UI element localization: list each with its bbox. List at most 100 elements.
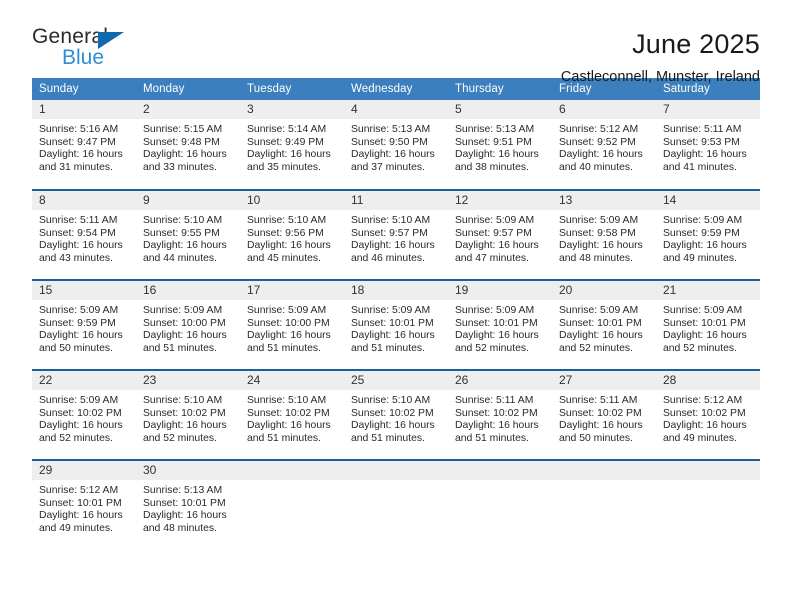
day-cell[interactable]: 11 Sunrise: 5:10 AM Sunset: 9:57 PM Dayl… — [344, 189, 448, 280]
sunset-text: Sunset: 10:00 PM — [247, 317, 330, 329]
day-cell[interactable]: 10 Sunrise: 5:10 AM Sunset: 9:56 PM Dayl… — [240, 189, 344, 280]
day-number: 30 — [136, 461, 240, 480]
daylight-text: Daylight: 16 hours — [351, 149, 435, 161]
day-number: 23 — [136, 371, 240, 390]
sunrise-text: Sunrise: 5:10 AM — [351, 215, 431, 226]
daylight-text: Daylight: 16 hours — [39, 510, 123, 522]
brand-logo[interactable]: General Blue — [32, 26, 172, 78]
sunrise-text: Sunrise: 5:09 AM — [351, 305, 431, 316]
weekday-header-monday: Monday — [136, 78, 240, 100]
daylight-text: Daylight: 16 hours — [559, 240, 643, 252]
day-cell[interactable]: 19 Sunrise: 5:09 AM Sunset: 10:01 PM Day… — [448, 279, 552, 370]
daylight-text: Daylight: 16 hours — [247, 330, 331, 342]
daylight-text-cont: and 49 minutes. — [39, 522, 113, 534]
sunrise-text: Sunrise: 5:12 AM — [559, 124, 639, 135]
title-block: June 2025 Castleconnell, Munster, Irelan… — [561, 26, 760, 86]
daylight-text-cont: and 41 minutes. — [663, 161, 737, 173]
day-cell[interactable]: 13 Sunrise: 5:09 AM Sunset: 9:58 PM Dayl… — [552, 189, 656, 280]
sunset-text: Sunset: 9:53 PM — [663, 136, 740, 148]
day-cell[interactable]: 1 Sunrise: 5:16 AM Sunset: 9:47 PM Dayli… — [32, 100, 136, 190]
sunset-text: Sunset: 10:02 PM — [39, 407, 122, 419]
daylight-text: Daylight: 16 hours — [455, 330, 539, 342]
day-cell[interactable]: 24 Sunrise: 5:10 AM Sunset: 10:02 PM Day… — [240, 369, 344, 460]
day-cell[interactable]: 5 Sunrise: 5:13 AM Sunset: 9:51 PM Dayli… — [448, 100, 552, 190]
daylight-text: Daylight: 16 hours — [559, 330, 643, 342]
day-cell[interactable]: 4 Sunrise: 5:13 AM Sunset: 9:50 PM Dayli… — [344, 100, 448, 190]
sunrise-text: Sunrise: 5:13 AM — [351, 124, 431, 135]
daylight-text-cont: and 51 minutes. — [247, 342, 321, 354]
day-number: 6 — [552, 100, 656, 119]
day-info: Sunrise: 5:09 AM Sunset: 9:59 PM Dayligh… — [32, 300, 136, 355]
sunset-text: Sunset: 9:47 PM — [39, 136, 116, 148]
day-number: 2 — [136, 100, 240, 119]
day-cell-empty — [240, 459, 344, 544]
day-info: Sunrise: 5:11 AM Sunset: 9:53 PM Dayligh… — [656, 119, 760, 174]
day-cell[interactable]: 12 Sunrise: 5:09 AM Sunset: 9:57 PM Dayl… — [448, 189, 552, 280]
day-cell[interactable]: 20 Sunrise: 5:09 AM Sunset: 10:01 PM Day… — [552, 279, 656, 370]
day-info: Sunrise: 5:09 AM Sunset: 10:00 PM Daylig… — [240, 300, 344, 355]
day-info: Sunrise: 5:09 AM Sunset: 10:01 PM Daylig… — [552, 300, 656, 355]
sunrise-text: Sunrise: 5:09 AM — [143, 305, 223, 316]
daylight-text: Daylight: 16 hours — [39, 330, 123, 342]
day-cell[interactable]: 2 Sunrise: 5:15 AM Sunset: 9:48 PM Dayli… — [136, 100, 240, 190]
day-cell[interactable]: 7 Sunrise: 5:11 AM Sunset: 9:53 PM Dayli… — [656, 100, 760, 190]
day-cell[interactable]: 15 Sunrise: 5:09 AM Sunset: 9:59 PM Dayl… — [32, 279, 136, 370]
daylight-text: Daylight: 16 hours — [143, 149, 227, 161]
day-info: Sunrise: 5:14 AM Sunset: 9:49 PM Dayligh… — [240, 119, 344, 174]
day-cell[interactable]: 6 Sunrise: 5:12 AM Sunset: 9:52 PM Dayli… — [552, 100, 656, 190]
day-cell[interactable]: 16 Sunrise: 5:09 AM Sunset: 10:00 PM Day… — [136, 279, 240, 370]
sunrise-text: Sunrise: 5:10 AM — [143, 395, 223, 406]
daylight-text-cont: and 51 minutes. — [143, 342, 217, 354]
sunrise-text: Sunrise: 5:15 AM — [143, 124, 223, 135]
day-cell[interactable]: 26 Sunrise: 5:11 AM Sunset: 10:02 PM Day… — [448, 369, 552, 460]
day-number: 17 — [240, 281, 344, 300]
day-cell[interactable]: 30 Sunrise: 5:13 AM Sunset: 10:01 PM Day… — [136, 459, 240, 544]
day-cell[interactable]: 25 Sunrise: 5:10 AM Sunset: 10:02 PM Day… — [344, 369, 448, 460]
day-cell[interactable]: 8 Sunrise: 5:11 AM Sunset: 9:54 PM Dayli… — [32, 189, 136, 280]
week-row: 15 Sunrise: 5:09 AM Sunset: 9:59 PM Dayl… — [32, 279, 760, 370]
daylight-text: Daylight: 16 hours — [247, 420, 331, 432]
day-number: 1 — [32, 100, 136, 119]
sunrise-text: Sunrise: 5:09 AM — [455, 215, 535, 226]
day-cell[interactable]: 23 Sunrise: 5:10 AM Sunset: 10:02 PM Day… — [136, 369, 240, 460]
day-info: Sunrise: 5:16 AM Sunset: 9:47 PM Dayligh… — [32, 119, 136, 174]
weekday-header-tuesday: Tuesday — [240, 78, 344, 100]
calendar-table: Sunday Monday Tuesday Wednesday Thursday… — [32, 78, 760, 544]
sunset-text: Sunset: 9:55 PM — [143, 227, 220, 239]
day-cell[interactable]: 18 Sunrise: 5:09 AM Sunset: 10:01 PM Day… — [344, 279, 448, 370]
day-info: Sunrise: 5:15 AM Sunset: 9:48 PM Dayligh… — [136, 119, 240, 174]
sunset-text: Sunset: 9:57 PM — [455, 227, 532, 239]
day-number: 21 — [656, 281, 760, 300]
weekday-header-thursday: Thursday — [448, 78, 552, 100]
daylight-text-cont: and 52 minutes. — [455, 342, 529, 354]
weekday-header-wednesday: Wednesday — [344, 78, 448, 100]
day-info: Sunrise: 5:09 AM Sunset: 9:58 PM Dayligh… — [552, 210, 656, 265]
day-info: Sunrise: 5:09 AM Sunset: 10:01 PM Daylig… — [656, 300, 760, 355]
daylight-text-cont: and 33 minutes. — [143, 161, 217, 173]
day-cell[interactable]: 28 Sunrise: 5:12 AM Sunset: 10:02 PM Day… — [656, 369, 760, 460]
daylight-text: Daylight: 16 hours — [143, 240, 227, 252]
day-number: 22 — [32, 371, 136, 390]
day-cell[interactable]: 22 Sunrise: 5:09 AM Sunset: 10:02 PM Day… — [32, 369, 136, 460]
daylight-text: Daylight: 16 hours — [455, 240, 539, 252]
sunrise-text: Sunrise: 5:10 AM — [351, 395, 431, 406]
day-number: 26 — [448, 371, 552, 390]
daylight-text-cont: and 37 minutes. — [351, 161, 425, 173]
day-cell[interactable]: 27 Sunrise: 5:11 AM Sunset: 10:02 PM Day… — [552, 369, 656, 460]
daylight-text-cont: and 47 minutes. — [455, 252, 529, 264]
day-number: 10 — [240, 191, 344, 210]
daylight-text: Daylight: 16 hours — [559, 149, 643, 161]
day-number: 29 — [32, 461, 136, 480]
daylight-text: Daylight: 16 hours — [143, 420, 227, 432]
daylight-text-cont: and 50 minutes. — [39, 342, 113, 354]
day-cell[interactable]: 21 Sunrise: 5:09 AM Sunset: 10:01 PM Day… — [656, 279, 760, 370]
day-cell[interactable]: 14 Sunrise: 5:09 AM Sunset: 9:59 PM Dayl… — [656, 189, 760, 280]
daylight-text: Daylight: 16 hours — [455, 420, 539, 432]
day-cell[interactable]: 29 Sunrise: 5:12 AM Sunset: 10:01 PM Day… — [32, 459, 136, 544]
sunset-text: Sunset: 9:59 PM — [663, 227, 740, 239]
day-number: 13 — [552, 191, 656, 210]
day-cell[interactable]: 9 Sunrise: 5:10 AM Sunset: 9:55 PM Dayli… — [136, 189, 240, 280]
day-cell[interactable]: 17 Sunrise: 5:09 AM Sunset: 10:00 PM Day… — [240, 279, 344, 370]
day-cell[interactable]: 3 Sunrise: 5:14 AM Sunset: 9:49 PM Dayli… — [240, 100, 344, 190]
day-number: 8 — [32, 191, 136, 210]
